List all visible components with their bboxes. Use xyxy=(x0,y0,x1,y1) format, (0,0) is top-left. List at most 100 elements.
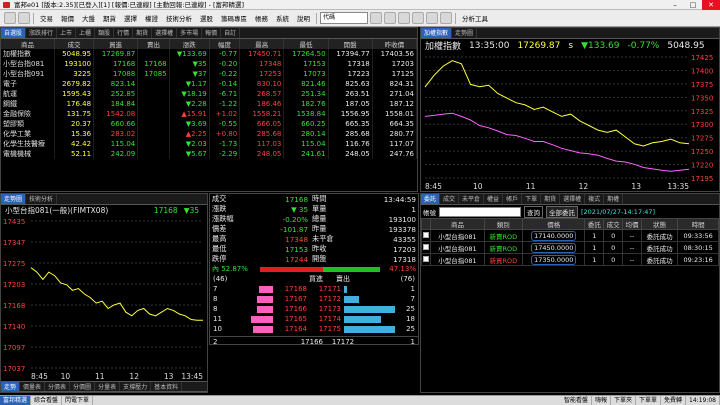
buy-price[interactable]: 17164 xyxy=(273,325,307,333)
quote-row[interactable]: 化學工業 15.36 283.02 ▲2.25 +0.80 285.68 280.14 285… xyxy=(1,129,418,139)
layout-icon[interactable] xyxy=(384,12,396,24)
quote-row[interactable]: 電子 2679.82 823.14 ▼1.17 -0.14 830.10 821.46 825… xyxy=(1,79,418,89)
quote-row[interactable]: 小型台指091 3225 17088 17085 ▼37 -0.22 17253 17073 1… xyxy=(1,69,418,79)
quote-row[interactable]: 化學生技醫療 42.42 115.04 ▼2.03 -1.73 117.03 115.04 1… xyxy=(1,139,418,149)
sell-price[interactable]: 17171 xyxy=(307,285,341,293)
menu-quote[interactable]: 報價 xyxy=(58,13,77,23)
order-checkbox[interactable] xyxy=(420,229,432,242)
order-row[interactable]: 小型台指081 新賣ROD 17450.0000 1 0 -- 委託成功 08:30:15 xyxy=(420,241,719,254)
order-tab[interactable]: 委託 xyxy=(421,194,441,204)
quote-tab[interactable]: 漲跌排行 xyxy=(26,28,58,38)
column-header[interactable]: 商品 xyxy=(1,39,55,49)
tick-bottom-tab[interactable]: 走勢 xyxy=(1,382,21,391)
quote-tab[interactable]: 多市場 xyxy=(177,28,203,38)
order-tab[interactable]: 權益 xyxy=(484,194,504,204)
column-header[interactable]: 幅度 xyxy=(209,39,241,49)
symbol-combo[interactable]: 代碼 xyxy=(320,12,368,24)
order-tab[interactable]: 期權 xyxy=(604,194,624,204)
order-price[interactable]: 17350.0000 xyxy=(531,254,577,265)
minimize-button[interactable]: – xyxy=(666,0,684,10)
order-checkbox[interactable] xyxy=(420,241,432,254)
quote-row[interactable]: 塑膠類 20.37 660.66 ▼3.69 -0.55 666.05 660.25 665.… xyxy=(1,119,418,129)
task-flash-order[interactable]: 閃電下單 xyxy=(62,396,94,405)
column-header[interactable]: 最低 xyxy=(283,39,329,49)
quote-row[interactable]: 電機機械 52.11 242.09 ▼5.67 -2.29 248.05 241.61 248… xyxy=(1,149,418,159)
order-checkbox[interactable] xyxy=(420,253,432,266)
tick-bottom-tab[interactable]: 分量表 xyxy=(95,382,121,391)
tab-tick-trend[interactable]: 走勢圖 xyxy=(1,194,27,204)
order-row[interactable]: 小型台指081 新賣ROD 17140.0000 1 0 -- 委託成功 09:33:56 xyxy=(420,229,719,242)
buy-price[interactable]: 17166 xyxy=(273,305,307,313)
sell-price[interactable]: 17174 xyxy=(307,315,341,323)
order-price[interactable]: 17140.0000 xyxy=(531,230,577,241)
order-column-header[interactable]: 成交 xyxy=(603,218,624,230)
settings-icon[interactable] xyxy=(440,12,452,24)
quote-row[interactable]: 金融保險 131.75 1542.08 ▲15.91 +1.02 1558.21 1538.… xyxy=(1,109,418,119)
order-column-header[interactable]: 類別 xyxy=(483,218,524,230)
order-column-header[interactable]: 價格 xyxy=(522,218,586,230)
order-column-header[interactable]: 委託 xyxy=(584,218,605,230)
task-order-ticket[interactable]: 下單單 xyxy=(636,396,662,405)
order-tab[interactable]: 期貨 xyxy=(541,194,561,204)
checkbox-icon[interactable] xyxy=(423,243,430,250)
quote-tab[interactable]: 報價 xyxy=(202,28,222,38)
quote-tab[interactable]: 自選股 xyxy=(1,28,27,38)
order-tab[interactable]: 帳戶 xyxy=(503,194,523,204)
order-tab[interactable]: 選擇權 xyxy=(560,194,586,204)
quote-row[interactable]: 鋼鐵 176.48 184.84 ▼2.28 -1.22 186.46 182.76 187.… xyxy=(1,99,418,109)
task-broadcast[interactable]: 嗨報 xyxy=(592,396,611,405)
order-tab[interactable]: 下單 xyxy=(522,194,542,204)
task-smart[interactable]: 智能看盤 xyxy=(561,396,592,405)
menu-chips[interactable]: 籌碼專區 xyxy=(218,13,250,23)
sell-price[interactable]: 17172 xyxy=(307,295,341,303)
quote-tab[interactable]: 上櫃 xyxy=(76,28,96,38)
task-free[interactable]: 免費轉 xyxy=(661,396,687,405)
quote-tab[interactable]: 上市 xyxy=(57,28,77,38)
tick-bottom-tab[interactable]: 基本資料 xyxy=(151,382,183,391)
tab-index[interactable]: 加權指數 xyxy=(421,28,453,38)
checkbox-icon[interactable] xyxy=(423,255,430,262)
column-header[interactable]: 漲跌 xyxy=(169,39,210,49)
order-column-header[interactable]: 狀態 xyxy=(640,218,679,230)
tab-trend[interactable]: 走勢圖 xyxy=(452,28,478,38)
column-header[interactable]: 昨收價 xyxy=(372,39,418,49)
task-overview[interactable]: 綜合看盤 xyxy=(31,396,63,405)
close-button[interactable]: ✕ xyxy=(702,0,720,10)
buy-price[interactable]: 17167 xyxy=(273,295,307,303)
menu-warrants[interactable]: 權證 xyxy=(142,13,161,23)
quote-row[interactable]: 小型台指081 193100 17168 17168 ▼35 -0.20 17348 1715… xyxy=(1,59,418,69)
sell-price[interactable]: 17173 xyxy=(307,305,341,313)
menu-market[interactable]: 大盤 xyxy=(79,13,98,23)
maximize-button[interactable]: □ xyxy=(684,0,702,10)
menu-screener[interactable]: 選股 xyxy=(197,13,216,23)
analysis-tools-menu[interactable]: 分析工具 xyxy=(459,13,491,23)
column-header[interactable]: 成交 xyxy=(54,39,95,49)
tick-bottom-tab[interactable]: 分價圖 xyxy=(70,382,96,391)
quote-tab[interactable]: 選擇權 xyxy=(152,28,178,38)
filter-select[interactable]: 全部委託 xyxy=(546,205,578,218)
task-order-folder[interactable]: 下單夾 xyxy=(611,396,637,405)
sell-price[interactable]: 17175 xyxy=(307,325,341,333)
query-button[interactable]: 查詢 xyxy=(524,205,543,218)
buy-price[interactable]: 17168 xyxy=(273,285,307,293)
order-column-header[interactable]: 均價 xyxy=(622,218,642,230)
quote-row[interactable]: 加權指數 5048.95 17269.87 ▼133.69 -0.77 17450.71 1… xyxy=(1,49,418,59)
column-header[interactable]: 買進 xyxy=(93,39,139,49)
task-fubon-select[interactable]: 富邦精選 xyxy=(0,396,32,405)
quote-tab[interactable]: 期貨 xyxy=(133,28,153,38)
menu-trade[interactable]: 交易 xyxy=(37,13,56,23)
tab-tick-tech[interactable]: 技術分析 xyxy=(26,194,58,204)
order-column-header[interactable] xyxy=(420,218,432,230)
order-row[interactable]: 小型台指081 新買ROD 17350.0000 1 0 -- 委託成功 09:23:16 xyxy=(420,253,719,266)
menu-help[interactable]: 說明 xyxy=(294,13,313,23)
quote-row[interactable]: 航運 1595.43 252.85 ▼18.19 -6.71 268.57 251.34 26… xyxy=(1,89,418,99)
news-icon[interactable] xyxy=(426,12,438,24)
quote-tab[interactable]: 自訂 xyxy=(221,28,241,38)
order-tab[interactable]: 未平倉 xyxy=(459,194,485,204)
tick-bottom-tab[interactable]: 支撐壓力 xyxy=(120,382,152,391)
quote-tab[interactable]: 類股 xyxy=(95,28,115,38)
search-icon[interactable] xyxy=(370,12,382,24)
home-icon[interactable] xyxy=(4,12,16,24)
tick-bottom-tab[interactable]: 價量表 xyxy=(20,382,46,391)
menu-system[interactable]: 系統 xyxy=(273,13,292,23)
